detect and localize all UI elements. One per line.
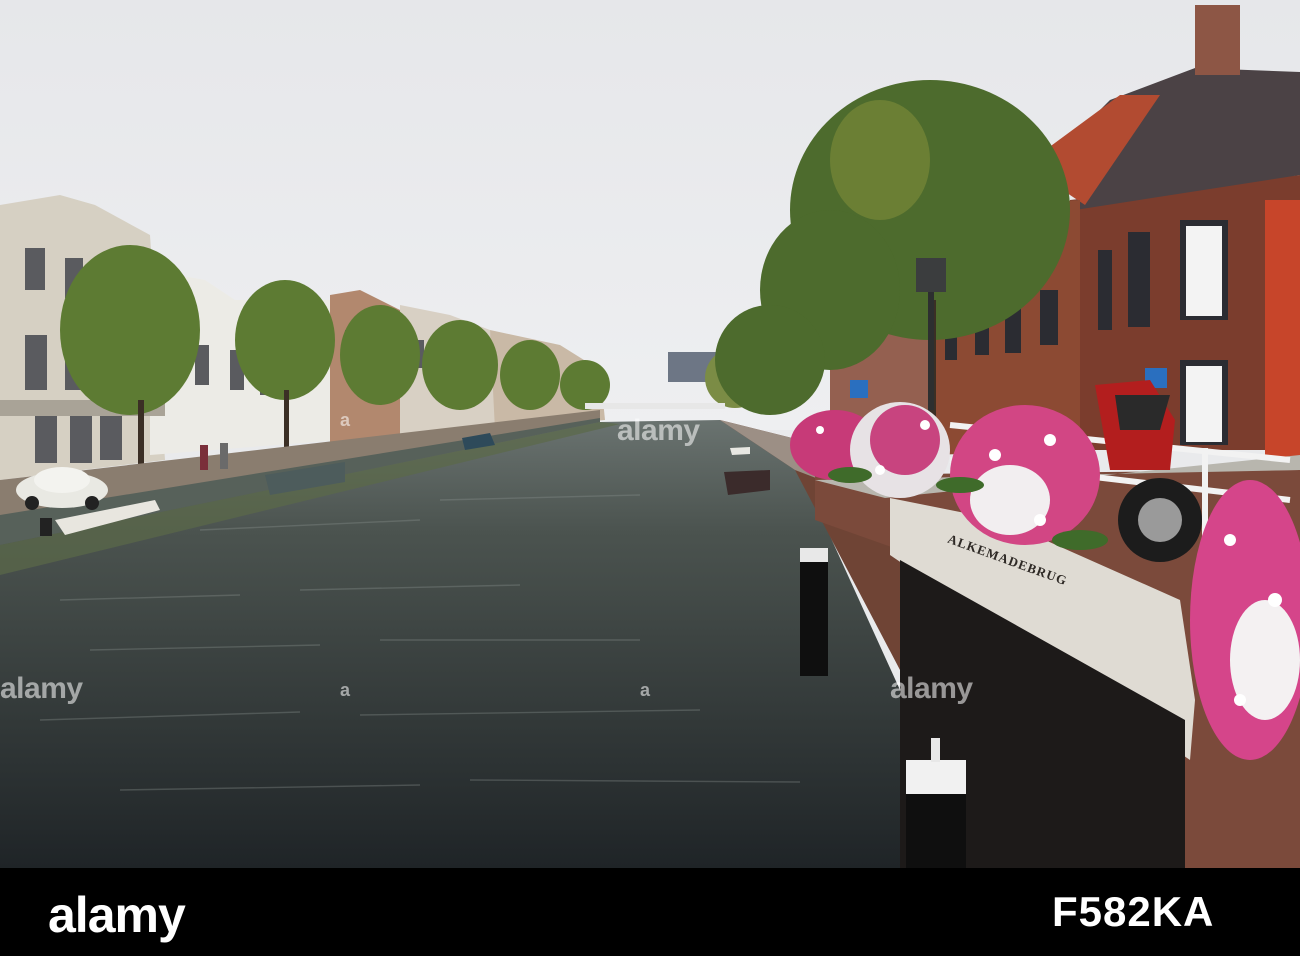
watermark-mark: a	[340, 410, 350, 430]
photo: ALKEMADEBRUG alamy alamy alamy a a a	[0, 0, 1300, 868]
distant-footbridge	[585, 403, 725, 409]
watermark-logo: alamy	[0, 672, 83, 705]
watermark-logo: alamy	[890, 672, 973, 705]
brand-logo: alamy	[48, 887, 186, 943]
watermark-logo: alamy	[617, 414, 700, 447]
footer-bar: alamy F582KA	[0, 868, 1300, 956]
image-id: F582KA	[1052, 888, 1215, 935]
watermark-mark: a	[640, 680, 650, 700]
watermark-mark: a	[340, 680, 350, 700]
